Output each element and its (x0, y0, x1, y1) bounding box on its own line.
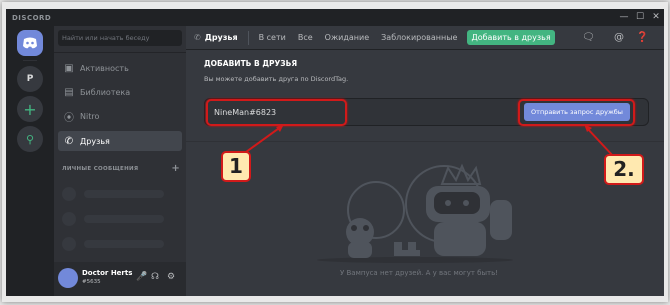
annotation-arrows (245, 124, 615, 158)
step-1-badge: 1 (221, 151, 251, 182)
step-2-badge: 2. (604, 154, 644, 185)
